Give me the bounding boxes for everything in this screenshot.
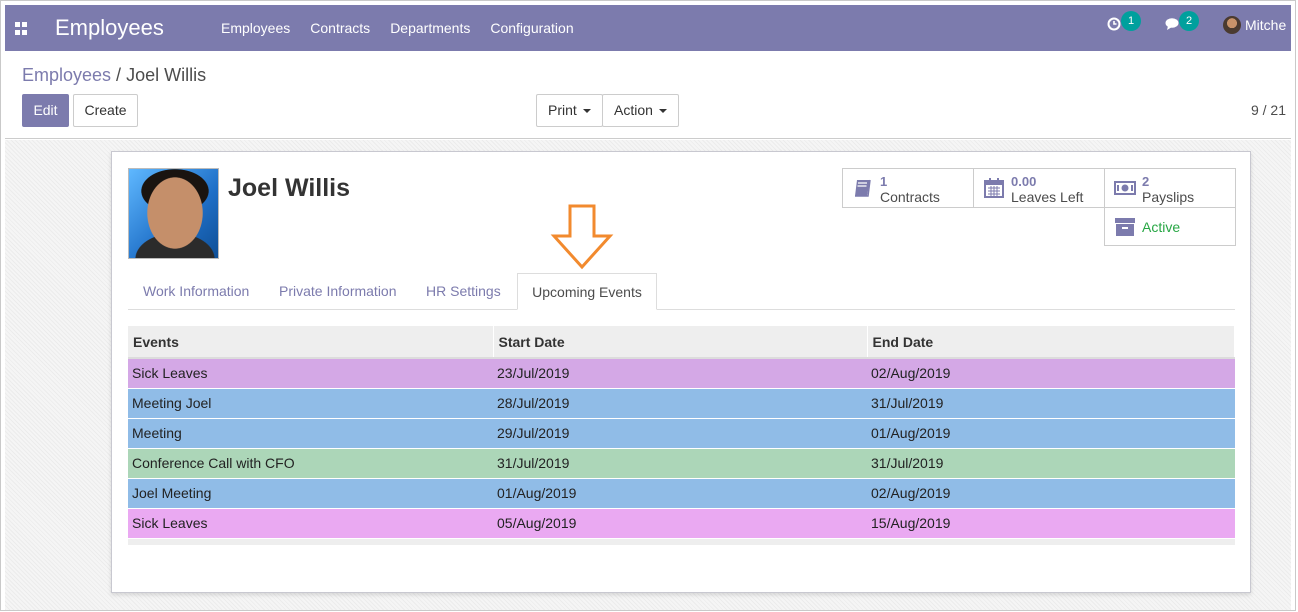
leaves-left-label: Leaves Left	[1011, 189, 1084, 205]
table-header-row: Events Start Date End Date	[128, 326, 1235, 359]
active-toggle-button[interactable]: Active	[1104, 207, 1236, 246]
print-label: Print	[548, 102, 577, 118]
employee-name: Joel Willis	[228, 174, 351, 202]
app-frame: Employees Employees Contracts Department…	[0, 0, 1296, 611]
print-dropdown[interactable]: Print	[536, 94, 603, 127]
notebook-tabs: Work Information Private Information HR …	[128, 273, 1235, 310]
leaves-stat-button[interactable]: 0.00 Leaves Left	[973, 168, 1105, 208]
edit-button[interactable]: Edit	[22, 94, 69, 127]
breadcrumb-separator: /	[116, 65, 122, 85]
table-row[interactable]: Joel Meeting 01/Aug/2019 02/Aug/2019	[128, 477, 1235, 508]
start-date-cell: 23/Jul/2019	[493, 357, 867, 388]
tab-work-information[interactable]: Work Information	[128, 273, 264, 310]
book-icon	[855, 179, 871, 197]
user-name: Mitche	[1245, 17, 1287, 33]
event-cell: Sick Leaves	[128, 357, 493, 388]
tab-hr-settings[interactable]: HR Settings	[411, 273, 516, 310]
end-date-cell: 31/Jul/2019	[867, 447, 1235, 478]
tab-upcoming-events[interactable]: Upcoming Events	[517, 273, 657, 310]
end-date-cell: 01/Aug/2019	[867, 417, 1235, 448]
create-button[interactable]: Create	[73, 94, 138, 127]
employee-photo[interactable]	[128, 168, 219, 259]
calendar-icon	[984, 178, 1004, 198]
start-date-cell: 31/Jul/2019	[493, 447, 867, 478]
start-date-cell: 05/Aug/2019	[493, 507, 867, 538]
end-date-cell: 15/Aug/2019	[867, 507, 1235, 538]
top-navbar: Employees Employees Contracts Department…	[5, 5, 1291, 51]
start-date-cell: 28/Jul/2019	[493, 387, 867, 418]
end-date-cell: 31/Jul/2019	[867, 387, 1235, 418]
app-title: Employees	[55, 15, 164, 40]
clock-icon	[1107, 17, 1121, 31]
start-date-cell: 01/Aug/2019	[493, 477, 867, 508]
user-menu[interactable]: Mitche	[1223, 16, 1286, 34]
menu-item-configuration[interactable]: Configuration	[490, 20, 573, 36]
tab-private-information[interactable]: Private Information	[264, 273, 412, 310]
active-status-label: Active	[1142, 219, 1181, 235]
event-cell: Meeting	[128, 417, 493, 448]
activity-badge: 1	[1121, 11, 1141, 31]
table-row[interactable]: Meeting Joel 28/Jul/2019 31/Jul/2019	[128, 387, 1235, 418]
events-table-body: Sick Leaves 23/Jul/2019 02/Aug/2019 Meeting…	[128, 357, 1235, 538]
arrow-down-icon	[550, 204, 614, 270]
table-row[interactable]: Sick Leaves 05/Aug/2019 15/Aug/2019	[128, 507, 1235, 538]
pager-value[interactable]: 9 / 21	[1251, 102, 1286, 118]
control-panel: Employees / Joel Willis Edit Create Print …	[5, 51, 1291, 139]
table-row[interactable]: Conference Call with CFO 31/Jul/2019 31/Ju…	[128, 447, 1235, 478]
end-date-cell: 02/Aug/2019	[867, 357, 1235, 388]
activity-menu[interactable]: 1	[1107, 11, 1141, 31]
payslips-count: 2	[1142, 174, 1150, 189]
breadcrumb-current: Joel Willis	[126, 65, 207, 85]
event-cell: Sick Leaves	[128, 507, 493, 538]
menu-item-employees[interactable]: Employees	[221, 20, 290, 36]
column-header-events[interactable]: Events	[128, 326, 494, 359]
form-view-background: Joel Willis 1 Contracts 0.00 Leaves Left…	[5, 140, 1291, 610]
messages-menu[interactable]: 2	[1165, 11, 1199, 31]
contracts-count: 1	[880, 174, 888, 189]
column-header-start-date[interactable]: Start Date	[493, 326, 868, 359]
breadcrumb: Employees / Joel Willis	[22, 65, 206, 86]
table-footer	[128, 539, 1235, 545]
leaves-left-value: 0.00	[1011, 174, 1037, 189]
main-menu: Employees Contracts Departments Configur…	[221, 20, 594, 36]
contracts-label: Contracts	[880, 189, 940, 205]
table-row[interactable]: Sick Leaves 23/Jul/2019 02/Aug/2019	[128, 357, 1235, 388]
caret-down-icon	[658, 109, 667, 114]
avatar	[1223, 16, 1241, 34]
apps-menu-icon[interactable]	[15, 22, 28, 35]
event-cell: Meeting Joel	[128, 387, 493, 418]
menu-item-contracts[interactable]: Contracts	[310, 20, 370, 36]
payslips-stat-button[interactable]: 2 Payslips	[1104, 168, 1236, 208]
end-date-cell: 02/Aug/2019	[867, 477, 1235, 508]
table-row[interactable]: Meeting 29/Jul/2019 01/Aug/2019	[128, 417, 1235, 448]
column-header-end-date[interactable]: End Date	[867, 326, 1235, 359]
payslips-label: Payslips	[1142, 189, 1195, 205]
archive-icon	[1115, 218, 1135, 236]
action-label: Action	[614, 102, 653, 118]
events-table: Events Start Date End Date Sick Leaves 23…	[128, 326, 1235, 538]
start-date-cell: 29/Jul/2019	[493, 417, 867, 448]
caret-down-icon	[582, 109, 591, 114]
messages-badge: 2	[1179, 11, 1199, 31]
event-cell: Conference Call with CFO	[128, 447, 493, 478]
contracts-stat-button[interactable]: 1 Contracts	[842, 168, 974, 208]
money-icon	[1114, 181, 1136, 195]
form-sheet: Joel Willis 1 Contracts 0.00 Leaves Left…	[111, 151, 1251, 593]
action-dropdown[interactable]: Action	[602, 94, 679, 127]
event-cell: Joel Meeting	[128, 477, 493, 508]
breadcrumb-employees[interactable]: Employees	[22, 65, 111, 85]
menu-item-departments[interactable]: Departments	[390, 20, 470, 36]
